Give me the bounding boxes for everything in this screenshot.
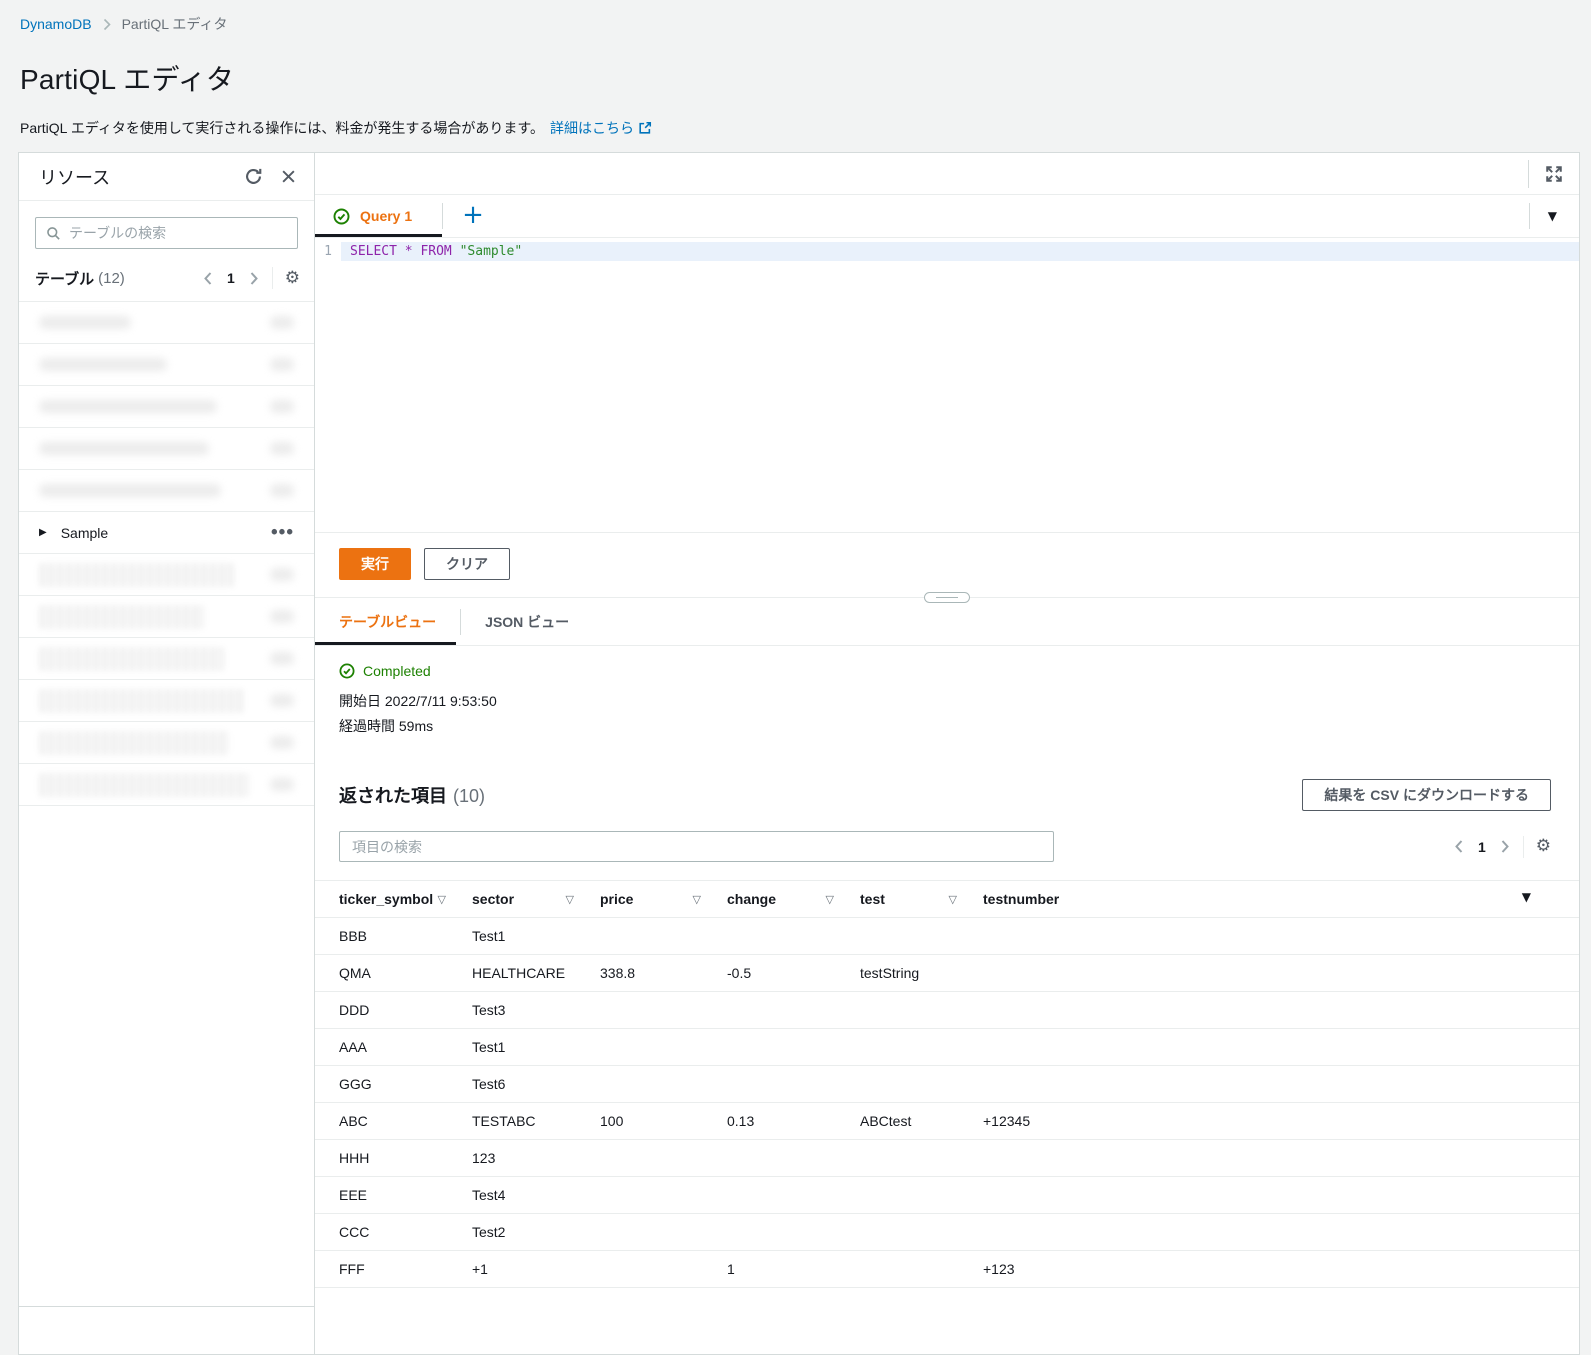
page-title: PartiQL エディタ	[20, 64, 235, 95]
col-header-ticker-symbol: ticker_symbol	[339, 891, 434, 907]
table-list-item-redacted[interactable]	[19, 344, 314, 386]
started-at-line: 開始日 2022/7/11 9:53:50	[339, 693, 497, 709]
table-list-item-redacted[interactable]	[19, 428, 314, 470]
page-next-icon[interactable]	[248, 271, 260, 286]
tables-label: テーブル	[35, 270, 95, 288]
query-options-caret-icon[interactable]: ▼	[1548, 210, 1557, 222]
tab-table-view[interactable]: テーブルビュー	[315, 598, 460, 645]
sort-icon[interactable]: ▽	[693, 894, 701, 905]
breadcrumb: DynamoDB PartiQL エディタ	[20, 14, 1571, 34]
results-page-number[interactable]: 1	[1478, 839, 1486, 855]
check-circle-icon	[333, 208, 350, 225]
external-link-icon	[638, 121, 652, 135]
download-csv-button[interactable]: 結果を CSV にダウンロードする	[1302, 779, 1551, 811]
expand-triangle-icon[interactable]: ▶	[39, 527, 47, 538]
returned-items-title: 返された項目	[339, 786, 447, 806]
workspace: リソース テーブル (12)	[18, 152, 1580, 1355]
col-header-change: change	[727, 891, 777, 907]
sort-icon[interactable]: ▽	[826, 894, 834, 905]
table-row[interactable]: DDD Test3	[315, 991, 1579, 1029]
page-prev-icon[interactable]	[202, 271, 214, 286]
sort-icon[interactable]: ▽	[949, 894, 957, 905]
table-list-item-sample[interactable]: ▶ Sample •••	[19, 512, 314, 554]
tab-json-view[interactable]: JSON ビュー	[461, 598, 593, 645]
table-row[interactable]: GGG Test6	[315, 1065, 1579, 1103]
tables-count: (12)	[98, 269, 125, 287]
plus-icon: +	[462, 199, 484, 230]
table-row[interactable]: AAA Test1	[315, 1028, 1579, 1066]
sort-icon[interactable]: ▽	[438, 894, 446, 905]
col-header-test: test	[860, 891, 885, 907]
table-list-item-redacted[interactable]	[19, 722, 314, 764]
table-row[interactable]: ABC TESTABC 100 0.13 ABCtest +12345	[315, 1102, 1579, 1140]
table-list-item-redacted[interactable]	[19, 680, 314, 722]
fullscreen-expand-icon[interactable]	[1545, 165, 1563, 183]
status-check-circle-icon	[339, 663, 355, 679]
page-description: PartiQL エディタを使用して実行される操作には、料金が発生する場合がありま…	[20, 120, 545, 136]
splitter-drag-handle[interactable]	[924, 592, 970, 603]
tables-settings-gear-icon[interactable]: ⚙	[285, 269, 300, 287]
table-list-item-redacted[interactable]	[19, 470, 314, 512]
add-query-tab-button[interactable]: +	[443, 195, 503, 237]
results-page-next-icon[interactable]	[1499, 839, 1511, 854]
tables-page-number[interactable]: 1	[227, 270, 235, 286]
run-button[interactable]: 実行	[339, 548, 411, 580]
query-tab-label: Query 1	[360, 208, 413, 224]
refresh-icon[interactable]	[244, 167, 263, 186]
table-row[interactable]: BBB Test1	[315, 917, 1579, 955]
tab-query-1[interactable]: Query 1	[315, 195, 443, 237]
sample-item-menu-icon[interactable]: •••	[271, 522, 294, 544]
results-settings-gear-icon[interactable]: ⚙	[1536, 838, 1551, 855]
sidebar-footer	[19, 1306, 314, 1354]
search-icon	[46, 226, 61, 241]
table-list-item-redacted[interactable]	[19, 638, 314, 680]
close-panel-icon[interactable]	[281, 169, 296, 184]
col-header-price: price	[600, 891, 634, 907]
breadcrumb-current: PartiQL エディタ	[121, 16, 228, 32]
resources-panel-title: リソース	[39, 167, 111, 188]
results-page-prev-icon[interactable]	[1453, 839, 1465, 854]
table-row[interactable]: CCC Test2	[315, 1213, 1579, 1251]
table-list-item-redacted[interactable]	[19, 764, 314, 806]
editor-panel: Query 1 + ▼ 1 SELECT * FROM "Sample" 実行 …	[315, 152, 1580, 1355]
table-list-item-redacted[interactable]	[19, 386, 314, 428]
table-search-input[interactable]	[69, 225, 287, 241]
page-header: DynamoDB PartiQL エディタ PartiQL エディタ Parti…	[0, 0, 1591, 138]
table-row[interactable]: QMA HEALTHCARE 338.8 -0.5 testString	[315, 954, 1579, 992]
table-row[interactable]: FFF +1 1 +123	[315, 1250, 1579, 1288]
sort-icon[interactable]: ▽	[566, 894, 574, 905]
chevron-right-icon	[102, 18, 112, 31]
query-code-line[interactable]: SELECT * FROM "Sample"	[341, 242, 1579, 261]
table-list-item-redacted[interactable]	[19, 596, 314, 638]
items-search-input[interactable]	[339, 831, 1054, 862]
learn-more-link[interactable]: 詳細はこちら	[550, 118, 652, 138]
elapsed-line: 経過時間 59ms	[339, 718, 434, 734]
col-header-sector: sector	[472, 891, 515, 907]
table-search-box	[35, 217, 298, 249]
table-row[interactable]: HHH 123	[315, 1139, 1579, 1177]
resources-panel: リソース テーブル (12)	[18, 152, 315, 1355]
query-editor[interactable]: 1 SELECT * FROM "Sample"	[315, 238, 1579, 533]
col-header-testnumber: testnumber	[983, 891, 1060, 907]
table-list-item-redacted[interactable]	[19, 554, 314, 596]
column-preferences-icon[interactable]: ▼	[1522, 891, 1531, 903]
breadcrumb-link-dynamodb[interactable]: DynamoDB	[20, 16, 92, 32]
table-list-item-redacted[interactable]	[19, 302, 314, 344]
results-table-header-row: ticker_symbol ▽ sector ▽ price ▽ change ▽ te…	[315, 880, 1579, 918]
sample-table-label: Sample	[60, 524, 109, 541]
line-number: 1	[324, 244, 332, 259]
table-list: ▶ Sample •••	[19, 301, 314, 806]
returned-items-count: (10)	[453, 786, 486, 806]
results-table: ticker_symbol ▽ sector ▽ price ▽ change ▽ te…	[315, 880, 1579, 1288]
status-text: Completed	[363, 663, 431, 679]
table-row[interactable]: EEE Test4	[315, 1176, 1579, 1214]
clear-button[interactable]: クリア	[424, 548, 510, 580]
